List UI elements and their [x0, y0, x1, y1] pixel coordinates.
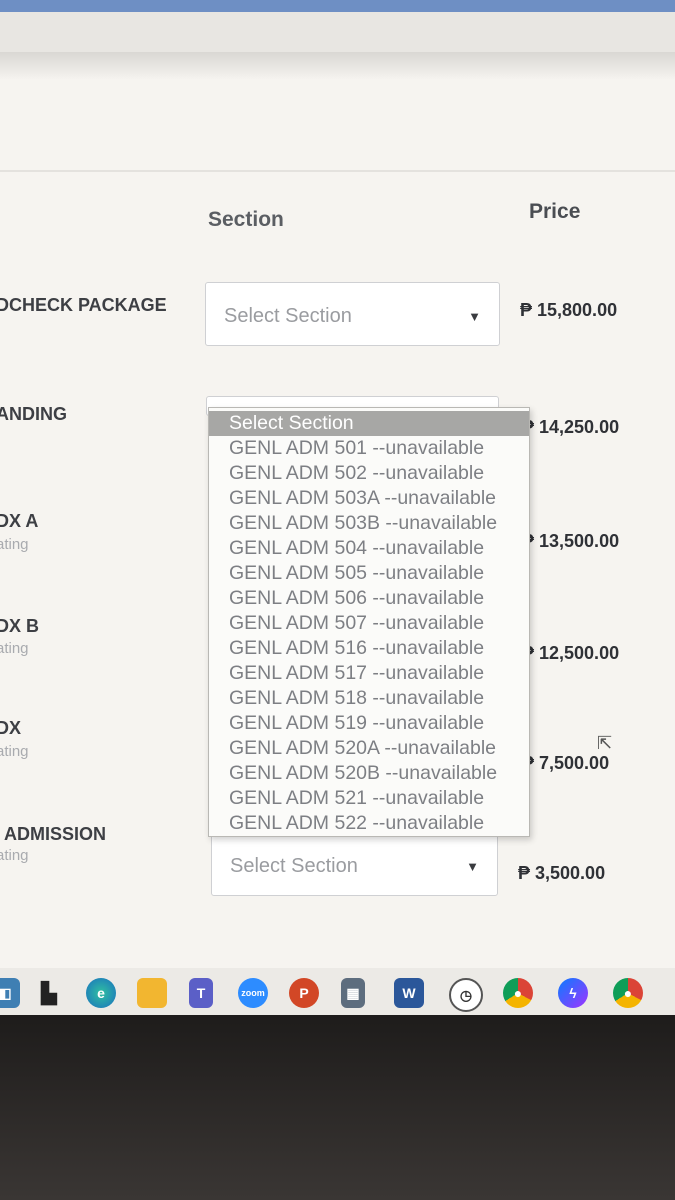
section-select[interactable]: Select Section ▼: [205, 282, 500, 346]
package-price: ₱ 12,500.00: [522, 643, 620, 663]
window-top-bar: [0, 0, 675, 12]
task-view-icon[interactable]: ▙: [34, 978, 64, 1008]
package-name: DCHECK PACKAGE: [0, 295, 167, 315]
section-select-value: Select Section: [230, 855, 358, 877]
page-header-strip: [0, 12, 675, 52]
package-name: DX B: [0, 616, 40, 636]
task-view-icon[interactable]: ◧: [0, 978, 20, 1008]
package-price: ₱ 3,500.00: [518, 863, 606, 883]
mouse-cursor-icon: ⇱: [597, 733, 613, 753]
dropdown-option[interactable]: GENL ADM 507 --unavailable: [209, 611, 529, 636]
browser-viewport: Section Price DCHECK PACKAGE Select Sect…: [0, 0, 675, 1015]
zoom-icon[interactable]: zoom: [238, 978, 268, 1008]
calculator-icon[interactable]: ▦: [341, 978, 365, 1008]
package-subtitle: ating: [0, 536, 29, 553]
dropdown-option[interactable]: GENL ADM 516 --unavailable: [209, 636, 529, 661]
dropdown-option[interactable]: GENL ADM 502 --unavailable: [209, 461, 529, 486]
edge-icon[interactable]: e: [86, 978, 116, 1008]
powerpoint-icon[interactable]: P: [289, 978, 319, 1008]
package-price: ₱ 13,500.00: [522, 531, 620, 551]
package-name: ANDING: [0, 404, 67, 424]
messenger-icon[interactable]: ϟ: [558, 978, 588, 1008]
package-price: ₱ 7,500.00: [522, 753, 610, 773]
section-dropdown-list[interactable]: Select Section GENL ADM 501 --unavailabl…: [208, 407, 530, 837]
section-select-value: Select Section: [224, 305, 352, 327]
chevron-down-icon: ▼: [468, 309, 481, 324]
dropdown-option[interactable]: GENL ADM 517 --unavailable: [209, 661, 529, 686]
package-subtitle: ating: [0, 640, 29, 657]
dropdown-option[interactable]: GENL ADM 522 --unavailable: [209, 811, 529, 836]
price-column-header: Price: [529, 200, 581, 223]
dropdown-option[interactable]: GENL ADM 503B --unavailable: [209, 511, 529, 536]
package-price: ₱ 14,250.00: [522, 417, 620, 437]
dropdown-option[interactable]: GENL ADM 521 --unavailable: [209, 786, 529, 811]
chrome-profile-icon[interactable]: ●: [613, 978, 643, 1008]
dropdown-option[interactable]: GENL ADM 505 --unavailable: [209, 561, 529, 586]
taskbar: ◧ ▙ e T zoom P ▦ W ◷ ● ϟ ●: [0, 968, 675, 1015]
chevron-down-icon: ▼: [466, 859, 479, 874]
word-icon[interactable]: W: [394, 978, 424, 1008]
clock-icon[interactable]: ◷: [449, 978, 483, 1012]
dropdown-option[interactable]: GENL ADM 520B --unavailable: [209, 761, 529, 786]
package-name: DX A: [0, 511, 39, 531]
dropdown-option[interactable]: GENL ADM 501 --unavailable: [209, 436, 529, 461]
dropdown-option[interactable]: GENL ADM 518 --unavailable: [209, 686, 529, 711]
header-shadow: [0, 52, 675, 80]
dropdown-option[interactable]: Select Section: [209, 411, 529, 436]
dropdown-option[interactable]: GENL ADM 504 --unavailable: [209, 536, 529, 561]
dropdown-option[interactable]: GENL ADM 503A --unavailable: [209, 486, 529, 511]
package-name: DX: [0, 718, 22, 738]
chrome-icon[interactable]: ●: [503, 978, 533, 1008]
teams-icon[interactable]: T: [189, 978, 213, 1008]
package-name: ADMISSION: [4, 824, 107, 844]
package-price: ₱ 15,800.00: [520, 300, 618, 320]
package-subtitle: ating: [0, 743, 29, 760]
section-column-header: Section: [208, 208, 284, 231]
dropdown-option[interactable]: GENL ADM 506 --unavailable: [209, 586, 529, 611]
section-select[interactable]: Select Section ▼: [211, 832, 498, 896]
file-explorer-icon[interactable]: [137, 978, 167, 1008]
dropdown-option[interactable]: GENL ADM 520A --unavailable: [209, 736, 529, 761]
table-divider: [0, 170, 675, 172]
dropdown-option[interactable]: GENL ADM 519 --unavailable: [209, 711, 529, 736]
package-subtitle: ating: [0, 847, 29, 864]
monitor-bezel: [0, 1015, 675, 1200]
